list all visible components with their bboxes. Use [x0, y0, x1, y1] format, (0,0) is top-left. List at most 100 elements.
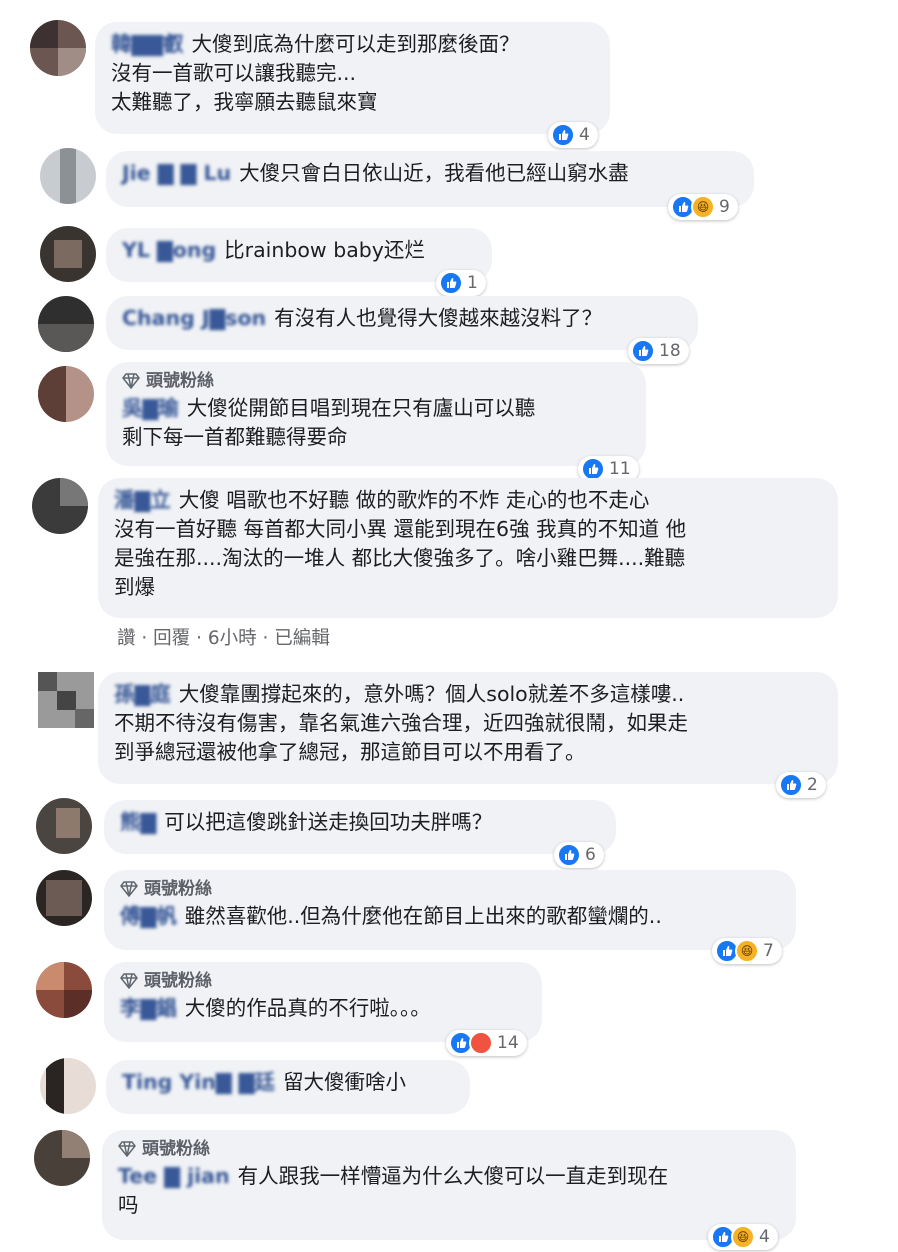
comment-text: 孫▇庭 大傻靠團撐起來的，意外嗎？個人solo就差不多這樣嘍.. 不期不待沒有傷害… [114, 680, 822, 767]
avatar[interactable] [30, 20, 86, 76]
comment-body: 大傻的作品真的不行啦。。。 [184, 996, 431, 1020]
comment-bubble: 頭號粉絲 傅▇帆 雖然喜歡他..但為什麼他在節目上出來的歌都蠻爛的.. [104, 870, 796, 950]
avatar[interactable] [38, 366, 94, 422]
top-fan-label: 頭號粉絲 [144, 879, 212, 899]
avatar[interactable] [36, 870, 92, 926]
comment-bubble: 頭號粉絲 吳▇瑜 大傻從開節目唱到現在只有廬山可以聽 剩下每一首都難聽得要命 [106, 362, 646, 466]
top-fan-badge: 頭號粉絲 [122, 370, 630, 392]
comment-bubble: 頭號粉絲 Tee ▇ jian 有人跟我一样懵逼为什么大傻可以一直走到现在 吗 [102, 1130, 796, 1240]
comment-body: 有沒有人也覺得大傻越來越沒料了？ [274, 306, 603, 330]
comment-bubble: Jie ▇ ▇ Lu 大傻只會白日依山近，我看他已經山窮水盡 [106, 151, 754, 207]
avatar[interactable] [36, 962, 92, 1018]
commenter-name[interactable]: YL ▇ong [122, 236, 216, 265]
commenter-name[interactable]: Tee ▇ jian [118, 1162, 230, 1191]
reaction-count: 14 [497, 1033, 519, 1053]
comment-bubble: 潘▇立 大傻 唱歌也不好聽 做的歌炸的不炸 走心的也不走心 沒有一首好聽 每首都大… [98, 478, 838, 618]
diamond-icon [120, 973, 138, 989]
diamond-icon [118, 1141, 136, 1157]
comment-bubble: YL ▇ong 比rainbow baby还烂 [106, 228, 492, 282]
comment-body: 雖然喜歡他..但為什麼他在節目上出來的歌都蠻爛的.. [184, 904, 662, 928]
comment-text: 傅▇帆 雖然喜歡他..但為什麼他在節目上出來的歌都蠻爛的.. [120, 902, 780, 931]
reaction-count: 1 [467, 273, 478, 293]
comment-body: 大傻只會白日依山近，我看他已經山窮水盡 [239, 161, 629, 185]
reaction-summary[interactable]: 2 [776, 772, 826, 798]
reply-link[interactable]: 回覆 [153, 628, 190, 649]
diamond-icon [120, 881, 138, 897]
top-fan-badge: 頭號粉絲 [120, 878, 780, 900]
commenter-name[interactable]: 潘▇立 [114, 486, 171, 515]
reaction-summary[interactable]: 18 [628, 338, 689, 364]
reaction-count: 11 [609, 459, 631, 479]
commenter-name[interactable]: 孫▇庭 [114, 680, 171, 709]
like-icon [779, 773, 803, 797]
top-fan-label: 頭號粉絲 [146, 371, 214, 391]
comment-text: Ting Yin▇ ▇廷 留大傻衝啥小 [122, 1068, 454, 1097]
avatar[interactable] [36, 798, 92, 854]
like-icon [551, 123, 575, 147]
comment-text: 熊▇ 可以把這傻跳針送走換回功夫胖嗎？ [120, 808, 600, 837]
comment-bubble: Chang J▇son 有沒有人也覺得大傻越來越沒料了？ [106, 296, 698, 350]
comment-text: 李▇錩 大傻的作品真的不行啦。。。 [120, 994, 526, 1023]
comment-body: 留大傻衝啥小 [283, 1070, 407, 1094]
avatar[interactable] [40, 1058, 96, 1114]
commenter-name[interactable]: Jie ▇ ▇ Lu [122, 159, 231, 188]
commenter-name[interactable]: Chang J▇son [122, 304, 266, 333]
commenter-name[interactable]: 傅▇帆 [120, 902, 177, 931]
commenter-name[interactable]: 韓▇▇叡 [111, 30, 184, 59]
haha-icon: 😆 [691, 195, 715, 219]
comment-body: 大傻靠團撐起來的，意外嗎？個人solo就差不多這樣嘍.. 不期不待沒有傷害，靠名… [114, 682, 688, 764]
like-icon [631, 339, 655, 363]
commenter-name[interactable]: 吳▇瑜 [122, 394, 179, 423]
love-icon [469, 1031, 493, 1055]
reaction-summary[interactable]: 1 [436, 270, 486, 296]
comment-text: 吳▇瑜 大傻從開節目唱到現在只有廬山可以聽 剩下每一首都難聽得要命 [122, 394, 630, 452]
comment-bubble: 孫▇庭 大傻靠團撐起來的，意外嗎？個人solo就差不多這樣嘍.. 不期不待沒有傷害… [98, 672, 838, 784]
avatar[interactable] [34, 1130, 90, 1186]
reaction-summary[interactable]: 😆 9 [668, 194, 738, 220]
reaction-summary[interactable]: 4 [548, 122, 598, 148]
comment-text: YL ▇ong 比rainbow baby还烂 [122, 236, 476, 265]
avatar[interactable] [38, 672, 94, 728]
edited-label[interactable]: 已編輯 [274, 628, 330, 649]
top-fan-badge: 頭號粉絲 [118, 1138, 780, 1160]
reaction-summary[interactable]: 14 [446, 1030, 527, 1056]
avatar[interactable] [32, 478, 88, 534]
comment-text: Chang J▇son 有沒有人也覺得大傻越來越沒料了？ [122, 304, 682, 333]
comment-text: 韓▇▇叡 大傻到底為什麼可以走到那麼後面？ 沒有一首歌可以讓我聽完... 太難聽了… [111, 30, 594, 117]
like-link[interactable]: 讚 [117, 628, 136, 649]
comment-body: 大傻從開節目唱到現在只有廬山可以聽 剩下每一首都難聽得要命 [122, 396, 536, 449]
like-icon [557, 843, 581, 867]
comment-body: 比rainbow baby还烂 [224, 238, 425, 262]
commenter-name[interactable]: 李▇錩 [120, 994, 177, 1023]
comment-text: Jie ▇ ▇ Lu 大傻只會白日依山近，我看他已經山窮水盡 [122, 159, 738, 188]
top-fan-label: 頭號粉絲 [142, 1139, 210, 1159]
avatar[interactable] [38, 296, 94, 352]
reaction-count: 2 [807, 775, 818, 795]
reaction-summary[interactable]: 😆 4 [708, 1224, 778, 1250]
comment-bubble: Ting Yin▇ ▇廷 留大傻衝啥小 [106, 1060, 470, 1114]
commenter-name[interactable]: 熊▇ [120, 808, 156, 837]
haha-icon: 😆 [735, 939, 759, 963]
avatar[interactable] [40, 226, 96, 282]
reaction-count: 6 [585, 845, 596, 865]
reaction-summary[interactable]: 😆 7 [712, 938, 782, 964]
reaction-summary[interactable]: 6 [554, 842, 604, 868]
comment-text: 潘▇立 大傻 唱歌也不好聽 做的歌炸的不炸 走心的也不走心 沒有一首好聽 每首都大… [114, 486, 822, 602]
comment-actions: 讚 · 回覆 · 6小時 · 已編輯 [117, 628, 330, 649]
reaction-count: 4 [759, 1227, 770, 1247]
reaction-count: 18 [659, 341, 681, 361]
comment-bubble: 熊▇ 可以把這傻跳針送走換回功夫胖嗎？ [104, 800, 616, 854]
haha-icon: 😆 [731, 1225, 755, 1249]
timestamp[interactable]: 6小時 [208, 628, 257, 649]
top-fan-label: 頭號粉絲 [144, 971, 212, 991]
comment-text: Tee ▇ jian 有人跟我一样懵逼为什么大傻可以一直走到现在 吗 [118, 1162, 780, 1220]
avatar[interactable] [40, 148, 96, 204]
comment-body: 可以把這傻跳針送走換回功夫胖嗎？ [164, 810, 493, 834]
like-icon [439, 271, 463, 295]
reaction-count: 4 [579, 125, 590, 145]
reaction-count: 9 [719, 197, 730, 217]
commenter-name[interactable]: Ting Yin▇ ▇廷 [122, 1068, 275, 1097]
diamond-icon [122, 373, 140, 389]
comment-body: 大傻 唱歌也不好聽 做的歌炸的不炸 走心的也不走心 沒有一首好聽 每首都大同小異… [114, 488, 687, 599]
comment-bubble: 韓▇▇叡 大傻到底為什麼可以走到那麼後面？ 沒有一首歌可以讓我聽完... 太難聽了… [95, 22, 610, 134]
